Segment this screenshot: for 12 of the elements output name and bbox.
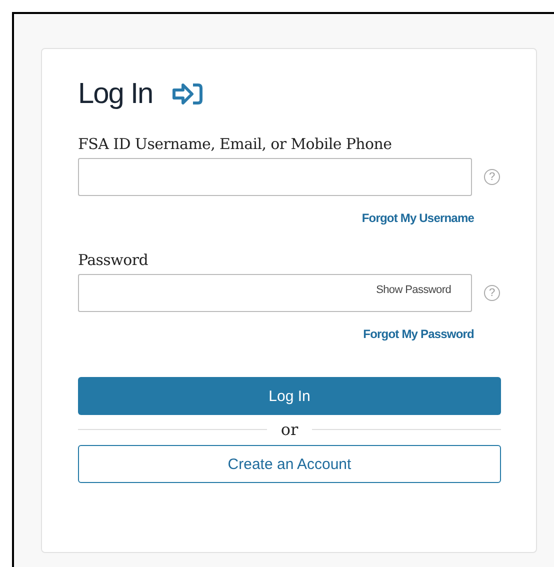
- page-title: Log In: [78, 78, 153, 110]
- input-field[interactable]: Show Password: [78, 274, 472, 312]
- input-field[interactable]: [78, 158, 472, 196]
- create-account-button[interactable]: Create an Account: [78, 445, 501, 483]
- or-separator: or: [280, 420, 298, 439]
- login-button[interactable]: Log In: [78, 377, 501, 415]
- show-password-button[interactable]: Show Password: [376, 284, 452, 296]
- field-label: Password: [78, 251, 149, 269]
- forgot-link[interactable]: Forgot My Password: [363, 327, 474, 341]
- field-label: FSA ID Username, Email, or Mobile Phone: [78, 135, 393, 153]
- sign-in-arrow-icon: [170, 82, 203, 106]
- forgot-link[interactable]: Forgot My Username: [362, 211, 474, 225]
